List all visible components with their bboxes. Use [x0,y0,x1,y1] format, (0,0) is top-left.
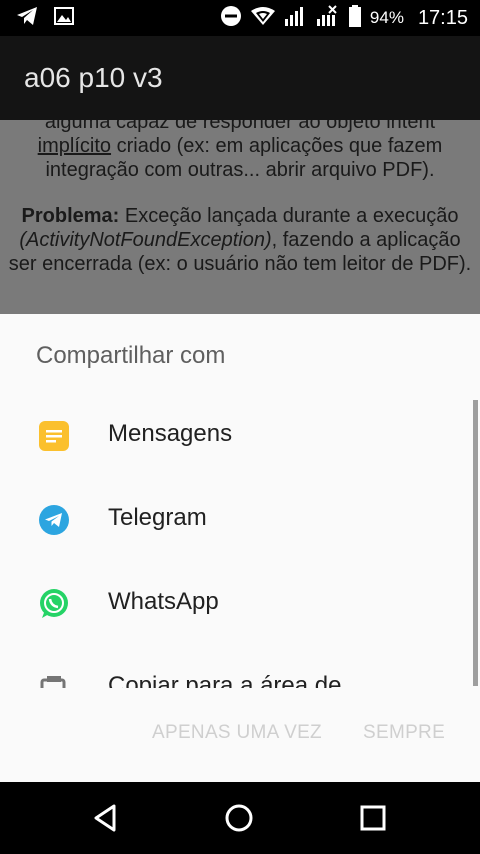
battery-icon [348,4,362,32]
do-not-disturb-icon [220,5,242,32]
clipboard-icon [38,672,70,688]
always-button[interactable]: SEMPRE [363,722,445,744]
wifi-icon [250,6,276,31]
signal-icon [284,5,308,32]
share-sheet-title: Compartilhar com [36,342,226,369]
share-item-telegram[interactable]: Telegram [0,482,480,566]
paragraph-2: Problema: Exceção lançada durante a exec… [6,204,474,276]
home-icon[interactable] [223,802,255,834]
share-item-whatsapp[interactable]: WhatsApp [0,566,480,650]
para1-underlined-word: implícito [37,135,112,157]
action-buttons: APENAS UMA VEZ SEMPRE [0,722,480,762]
page-title: a06 p10 v3 [24,62,163,93]
para2-italic: (ActivityNotFoundException) [19,229,272,251]
signal-no-data-icon [316,4,340,32]
share-item-label: Mensagens [108,420,233,447]
share-item-label: WhatsApp [108,588,219,615]
share-item-label: Copiar para a área de [108,672,342,688]
clock: 17:15 [417,6,468,29]
just-once-button[interactable]: APENAS UMA VEZ [152,722,322,744]
background-content: alguma capaz de responder ao objeto inte… [0,120,480,314]
para1-line1: alguma capaz de responder ao objeto inte… [44,120,436,133]
app-bar: a06 p10 v3 [0,36,480,120]
whatsapp-icon [38,588,70,620]
image-icon [54,6,74,31]
recents-icon[interactable] [357,802,389,834]
scrollbar[interactable] [473,400,478,686]
para2-text1: Exceção lançada durante a execução [119,205,459,227]
back-icon[interactable] [90,802,122,834]
paragraph-1: alguma capaz de responder ao objeto inte… [14,120,466,182]
share-item-label: Telegram [108,504,207,531]
messages-icon [38,420,70,452]
navigation-bar [0,782,480,854]
telegram-icon [16,6,38,31]
share-sheet: Compartilhar com Mensagens Telegram What… [0,314,480,782]
app-list[interactable]: Mensagens Telegram WhatsApp Copiar para … [0,398,480,688]
share-item-clipboard[interactable]: Copiar para a área de [0,650,480,688]
para2-label: Problema: [21,205,120,227]
telegram-icon [38,504,70,536]
battery-percent: 94% [369,8,404,27]
status-bar: 94% 17:15 [0,0,480,36]
share-item-mensagens[interactable]: Mensagens [0,398,480,482]
